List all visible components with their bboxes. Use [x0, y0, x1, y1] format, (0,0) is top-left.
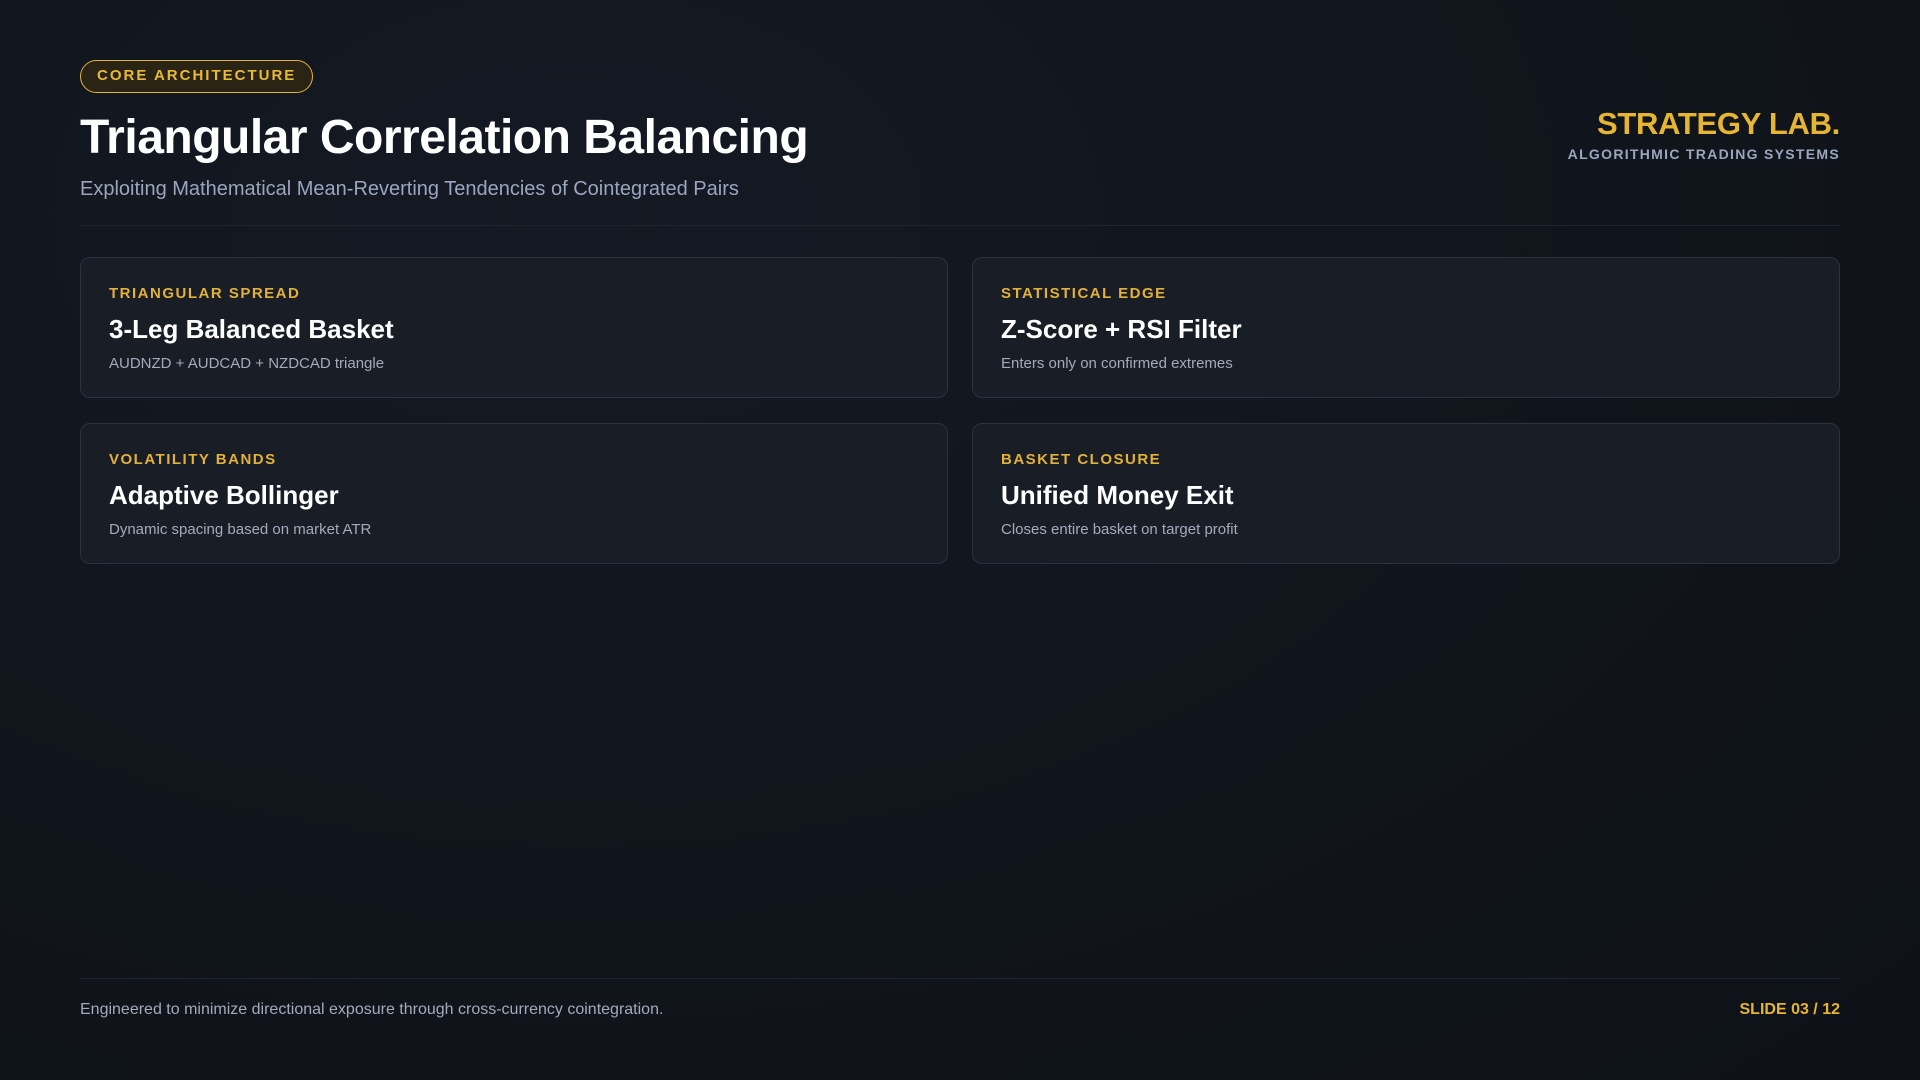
brand-name: STRATEGY LAB. — [1597, 106, 1840, 141]
feature-card-grid: TRIANGULAR SPREAD 3-Leg Balanced Basket … — [80, 257, 1840, 564]
brand-tagline: ALGORITHMIC TRADING SYSTEMS — [1567, 146, 1840, 162]
card-title: Adaptive Bollinger — [109, 480, 339, 510]
card-basket-closure: BASKET CLOSURE Unified Money Exit Closes… — [972, 423, 1840, 564]
card-statistical-edge: STATISTICAL EDGE Z-Score + RSI Filter En… — [972, 257, 1840, 398]
slide-header: CORE ARCHITECTURE Triangular Correlation… — [80, 60, 1840, 226]
card-triangular-spread: TRIANGULAR SPREAD 3-Leg Balanced Basket … — [80, 257, 948, 398]
card-label: VOLATILITY BANDS — [109, 451, 277, 468]
footer-text: Engineered to minimize directional expos… — [80, 1001, 664, 1018]
slide: CORE ARCHITECTURE Triangular Correlation… — [0, 0, 1920, 1080]
card-label: BASKET CLOSURE — [1001, 451, 1162, 468]
page-subtitle: Exploiting Mathematical Mean-Reverting T… — [80, 178, 739, 200]
card-label: STATISTICAL EDGE — [1001, 285, 1167, 302]
page-title: Triangular Correlation Balancing — [80, 111, 809, 164]
card-description: Dynamic spacing based on market ATR — [109, 521, 372, 538]
slide-number: SLIDE 03 / 12 — [1739, 1001, 1841, 1018]
slide-footer: Engineered to minimize directional expos… — [80, 978, 1840, 1038]
card-volatility-bands: VOLATILITY BANDS Adaptive Bollinger Dyna… — [80, 423, 948, 564]
card-title: 3-Leg Balanced Basket — [109, 314, 394, 344]
card-label: TRIANGULAR SPREAD — [109, 285, 301, 302]
card-title: Unified Money Exit — [1001, 480, 1234, 510]
card-description: Enters only on confirmed extremes — [1001, 355, 1233, 372]
brand-block: STRATEGY LAB. ALGORITHMIC TRADING SYSTEM… — [1567, 106, 1841, 162]
section-badge: CORE ARCHITECTURE — [80, 60, 314, 93]
card-title: Z-Score + RSI Filter — [1001, 314, 1242, 344]
card-description: Closes entire basket on target profit — [1001, 521, 1238, 538]
card-description: AUDNZD + AUDCAD + NZDCAD triangle — [109, 355, 385, 372]
